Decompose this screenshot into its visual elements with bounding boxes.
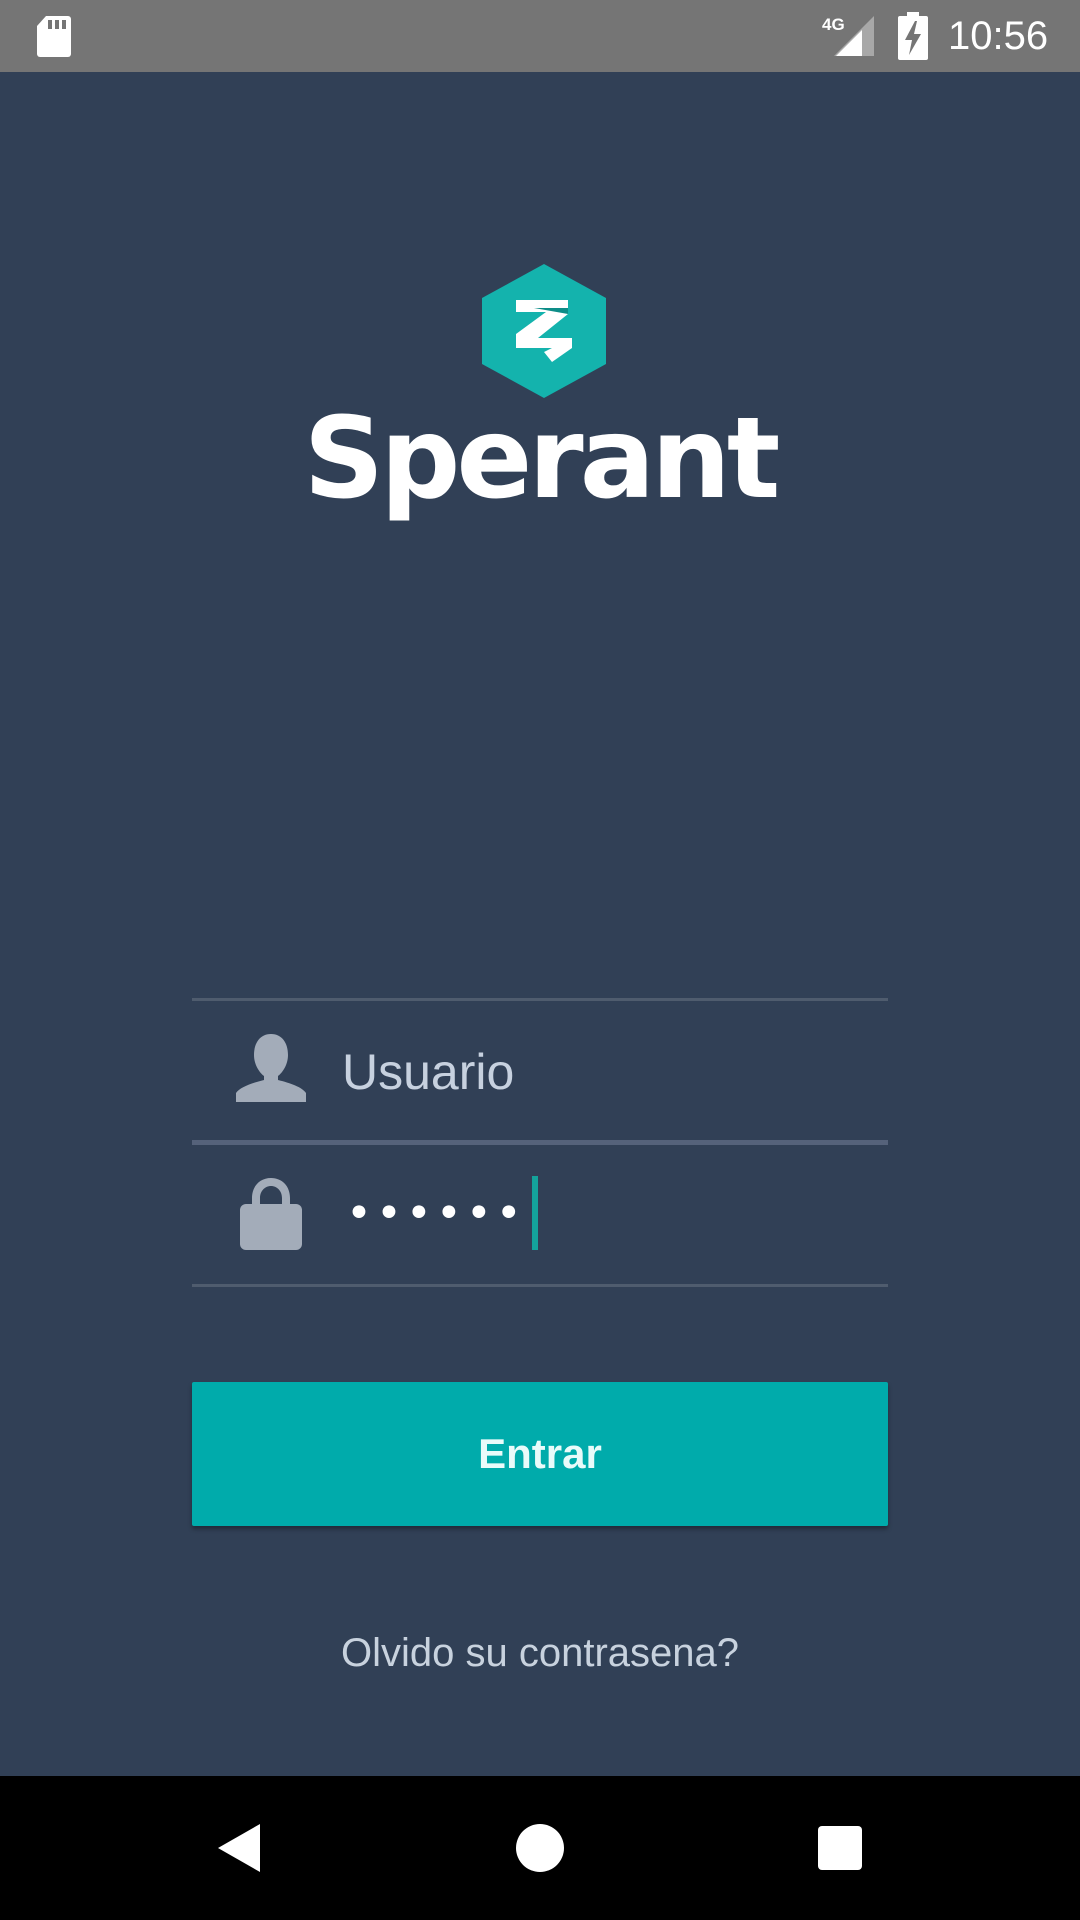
navigation-bar <box>0 1776 1080 1920</box>
status-bar: 4G 10:56 <box>0 0 1080 72</box>
network-type-label: 4G <box>822 15 845 34</box>
login-button-label: Entrar <box>478 1430 602 1477</box>
back-icon <box>218 1824 260 1872</box>
form-bottom-divider <box>192 1284 888 1287</box>
recents-icon <box>818 1826 862 1870</box>
user-icon <box>236 1034 306 1102</box>
login-screen: 4G 10:56 Sperant Usuario •••••• Entrar O… <box>0 0 1080 1920</box>
forgot-password-link[interactable]: Olvido su contrasena? <box>0 1626 1080 1680</box>
back-button[interactable] <box>180 1776 300 1920</box>
signal-4g-icon: 4G <box>822 15 874 56</box>
text-cursor <box>532 1176 538 1250</box>
home-icon <box>516 1824 564 1872</box>
lock-icon <box>240 1178 302 1250</box>
home-button[interactable] <box>480 1776 600 1920</box>
password-input[interactable]: •••••• <box>346 1186 526 1250</box>
recents-button[interactable] <box>780 1776 900 1920</box>
field-divider <box>192 1140 888 1145</box>
form-top-divider <box>192 998 888 1001</box>
username-input[interactable]: Usuario <box>342 1040 514 1104</box>
status-time: 10:56 <box>948 14 1049 58</box>
login-button[interactable]: Entrar <box>192 1382 888 1526</box>
battery-charging-icon <box>898 12 928 60</box>
brand-logo-text: Sperant <box>303 394 781 524</box>
sd-card-icon <box>37 16 71 57</box>
sperant-logo-icon <box>482 264 606 398</box>
